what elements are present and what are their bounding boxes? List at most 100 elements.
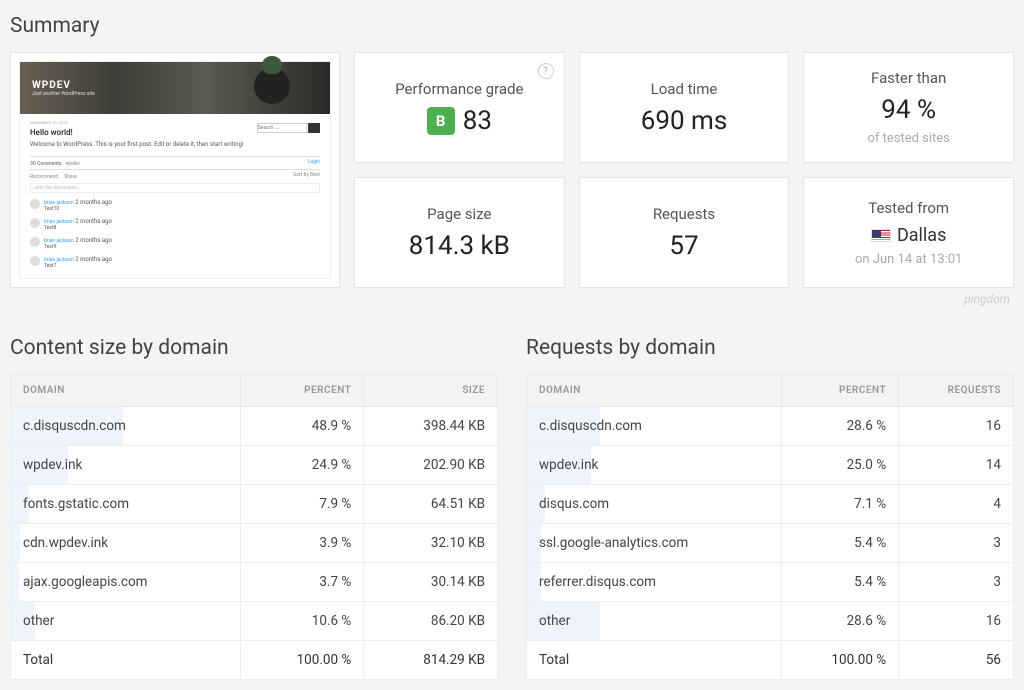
page-size-value: 814.3 kB: [409, 231, 510, 261]
total-label: Total: [527, 641, 782, 680]
table-row: disqus.com7.1 %4: [527, 485, 1014, 524]
content-size-heading: Content size by domain: [10, 336, 498, 360]
col-domain[interactable]: DOMAIN: [11, 375, 241, 407]
cell-domain: other: [527, 602, 782, 641]
cell-size: 30.14 KB: [364, 563, 498, 602]
cell-size: 398.44 KB: [364, 407, 498, 446]
faster-than-sub: of tested sites: [867, 131, 949, 146]
tested-from-label: Tested from: [868, 199, 949, 217]
screenshot-comment-time: 2 months ago: [75, 256, 112, 263]
requests-value: 57: [669, 231, 698, 261]
total-size: 814.29 KB: [364, 641, 498, 680]
requests-card: Requests 57: [579, 177, 790, 288]
cell-percent: 25.0 %: [782, 446, 899, 485]
faster-than-label: Faster than: [871, 69, 946, 87]
plant-decor-icon: [254, 68, 290, 104]
avatar-icon: [30, 237, 40, 247]
grade-badge: B: [427, 107, 455, 135]
page-size-label: Page size: [427, 205, 491, 223]
table-row: referrer.disqus.com5.4 %3: [527, 563, 1014, 602]
cell-requests: 16: [899, 407, 1014, 446]
load-time-value: 690 ms: [641, 106, 728, 136]
cell-percent: 5.4 %: [782, 563, 899, 602]
col-size[interactable]: SIZE: [364, 375, 498, 407]
help-icon[interactable]: ?: [538, 63, 554, 79]
screenshot-comment-text: Test9: [44, 244, 112, 250]
table-row: c.disquscdn.com28.6 %16: [527, 407, 1014, 446]
screenshot-comment-text: Test8: [44, 225, 112, 231]
screenshot-comments-count: 30 Comments: [30, 161, 62, 167]
screenshot-comment-text: Test10: [44, 206, 112, 212]
table-row: fonts.gstatic.com7.9 %64.51 KB: [11, 485, 498, 524]
table-row: wpdev.ink25.0 %14: [527, 446, 1014, 485]
cell-percent: 10.6 %: [241, 602, 364, 641]
brand-watermark: pingdom: [10, 292, 1010, 306]
screenshot-search-button-icon: [308, 123, 320, 133]
screenshot-comment-time: 2 months ago: [75, 199, 112, 206]
us-flag-icon: [871, 229, 891, 242]
screenshot-join-box: Join the discussion…: [30, 183, 320, 193]
screenshot-tagline: Just another WordPress site: [32, 91, 95, 97]
col-requests[interactable]: REQUESTS: [899, 375, 1014, 407]
content-size-section: Content size by domain DOMAIN PERCENT SI…: [10, 332, 498, 680]
faster-than-card: Faster than 94 % of tested sites: [803, 52, 1014, 163]
screenshot-search-input: [257, 123, 307, 133]
requests-by-domain-heading: Requests by domain: [526, 336, 1014, 360]
cell-size: 64.51 KB: [364, 485, 498, 524]
requests-by-domain-table: DOMAIN PERCENT REQUESTS c.disquscdn.com2…: [526, 374, 1014, 680]
screenshot-site-name: WPDEV: [32, 80, 95, 91]
performance-grade-card: ? Performance grade B 83: [354, 52, 565, 163]
screenshot-thumbnail[interactable]: WPDEV Just another WordPress site NOVEMB…: [19, 61, 331, 279]
cell-percent: 28.6 %: [782, 407, 899, 446]
total-percent: 100.00 %: [241, 641, 364, 680]
cell-domain: wpdev.ink: [527, 446, 782, 485]
screenshot-post-excerpt: Welcome to WordPress. This is your first…: [30, 141, 320, 148]
screenshot-body: NOVEMBER 19, 2015 Hello world! Welcome t…: [20, 114, 330, 278]
cell-percent: 5.4 %: [782, 524, 899, 563]
avatar-icon: [30, 218, 40, 228]
cell-domain: ajax.googleapis.com: [11, 563, 241, 602]
cell-requests: 16: [899, 602, 1014, 641]
cell-percent: 24.9 %: [241, 446, 364, 485]
cell-requests: 3: [899, 563, 1014, 602]
summary-heading: Summary: [10, 14, 1014, 38]
screenshot-tab-recommend: Recommend: [30, 174, 58, 180]
table-row: c.disquscdn.com48.9 %398.44 KB: [11, 407, 498, 446]
page-size-card: Page size 814.3 kB: [354, 177, 565, 288]
screenshot-search: [257, 123, 321, 133]
content-size-table: DOMAIN PERCENT SIZE c.disquscdn.com48.9 …: [10, 374, 498, 680]
cell-domain: ssl.google-analytics.com: [527, 524, 782, 563]
faster-than-value: 94 %: [881, 95, 936, 125]
cell-percent: 3.9 %: [241, 524, 364, 563]
cell-size: 86.20 KB: [364, 602, 498, 641]
total-label: Total: [11, 641, 241, 680]
total-requests: 56: [899, 641, 1014, 680]
tested-from-card: Tested from Dallas on Jun 14 at 13:01: [803, 177, 1014, 288]
requests-label: Requests: [653, 205, 715, 223]
requests-by-domain-section: Requests by domain DOMAIN PERCENT REQUES…: [526, 332, 1014, 680]
screenshot-comment-time: 2 months ago: [75, 218, 112, 225]
col-percent[interactable]: PERCENT: [782, 375, 899, 407]
cell-size: 202.90 KB: [364, 446, 498, 485]
percent-bar: [11, 524, 20, 562]
screenshot-sort: Sort by Best: [293, 172, 320, 180]
screenshot-preview-card: WPDEV Just another WordPress site NOVEMB…: [10, 52, 340, 288]
tested-timestamp: on Jun 14 at 13:01: [855, 252, 962, 267]
load-time-card: Load time 690 ms: [579, 52, 790, 163]
cell-percent: 28.6 %: [782, 602, 899, 641]
cell-requests: 4: [899, 485, 1014, 524]
cell-percent: 7.1 %: [782, 485, 899, 524]
cell-domain: wpdev.ink: [11, 446, 241, 485]
performance-grade-value: 83: [463, 106, 492, 136]
cell-domain: disqus.com: [527, 485, 782, 524]
summary-grid: WPDEV Just another WordPress site NOVEMB…: [10, 52, 1014, 288]
cell-domain: c.disquscdn.com: [527, 407, 782, 446]
col-domain[interactable]: DOMAIN: [527, 375, 782, 407]
col-percent[interactable]: PERCENT: [241, 375, 364, 407]
table-row: other10.6 %86.20 KB: [11, 602, 498, 641]
cell-percent: 3.7 %: [241, 563, 364, 602]
table-row: ssl.google-analytics.com5.4 %3: [527, 524, 1014, 563]
table-row: ajax.googleapis.com3.7 %30.14 KB: [11, 563, 498, 602]
load-time-label: Load time: [651, 80, 718, 98]
table-row: other28.6 %16: [527, 602, 1014, 641]
